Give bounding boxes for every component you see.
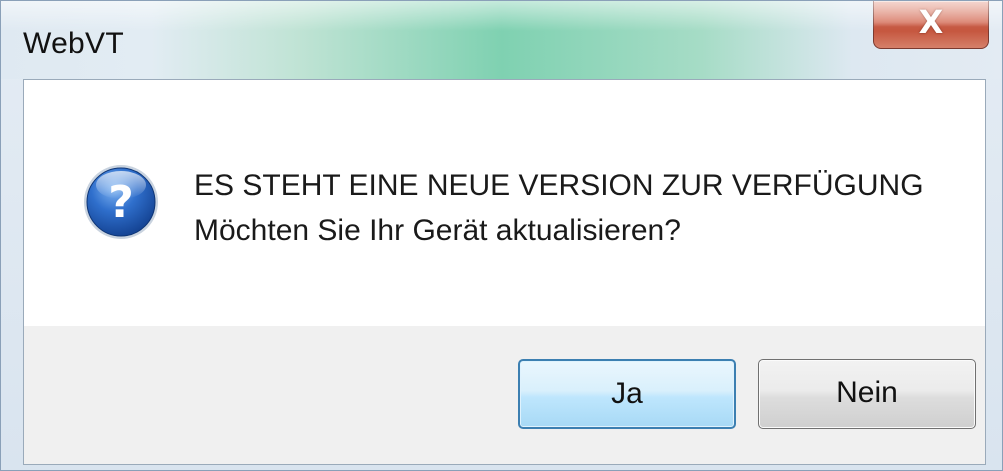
title-bar[interactable]: WebVT X: [1, 1, 1002, 79]
svg-text:?: ?: [108, 177, 134, 228]
message-area: ? ES STEHT EINE NEUE VERSION ZUR VERFÜGU…: [24, 80, 985, 326]
dialog-body: ? ES STEHT EINE NEUE VERSION ZUR VERFÜGU…: [23, 79, 986, 465]
question-icon: ?: [84, 165, 158, 239]
close-icon: X: [918, 3, 944, 41]
no-button[interactable]: Nein: [758, 359, 976, 429]
yes-button[interactable]: Ja: [518, 359, 736, 429]
window-title: WebVT: [23, 27, 124, 60]
close-button[interactable]: X: [873, 1, 989, 49]
message-heading: ES STEHT EINE NEUE VERSION ZUR VERFÜGUNG: [194, 169, 924, 202]
message-dialog: WebVT X ? ES STEHT EINE NEUE VERSION ZUR…: [0, 0, 1003, 471]
message-question: Möchten Sie Ihr Gerät aktualisieren?: [194, 214, 681, 247]
